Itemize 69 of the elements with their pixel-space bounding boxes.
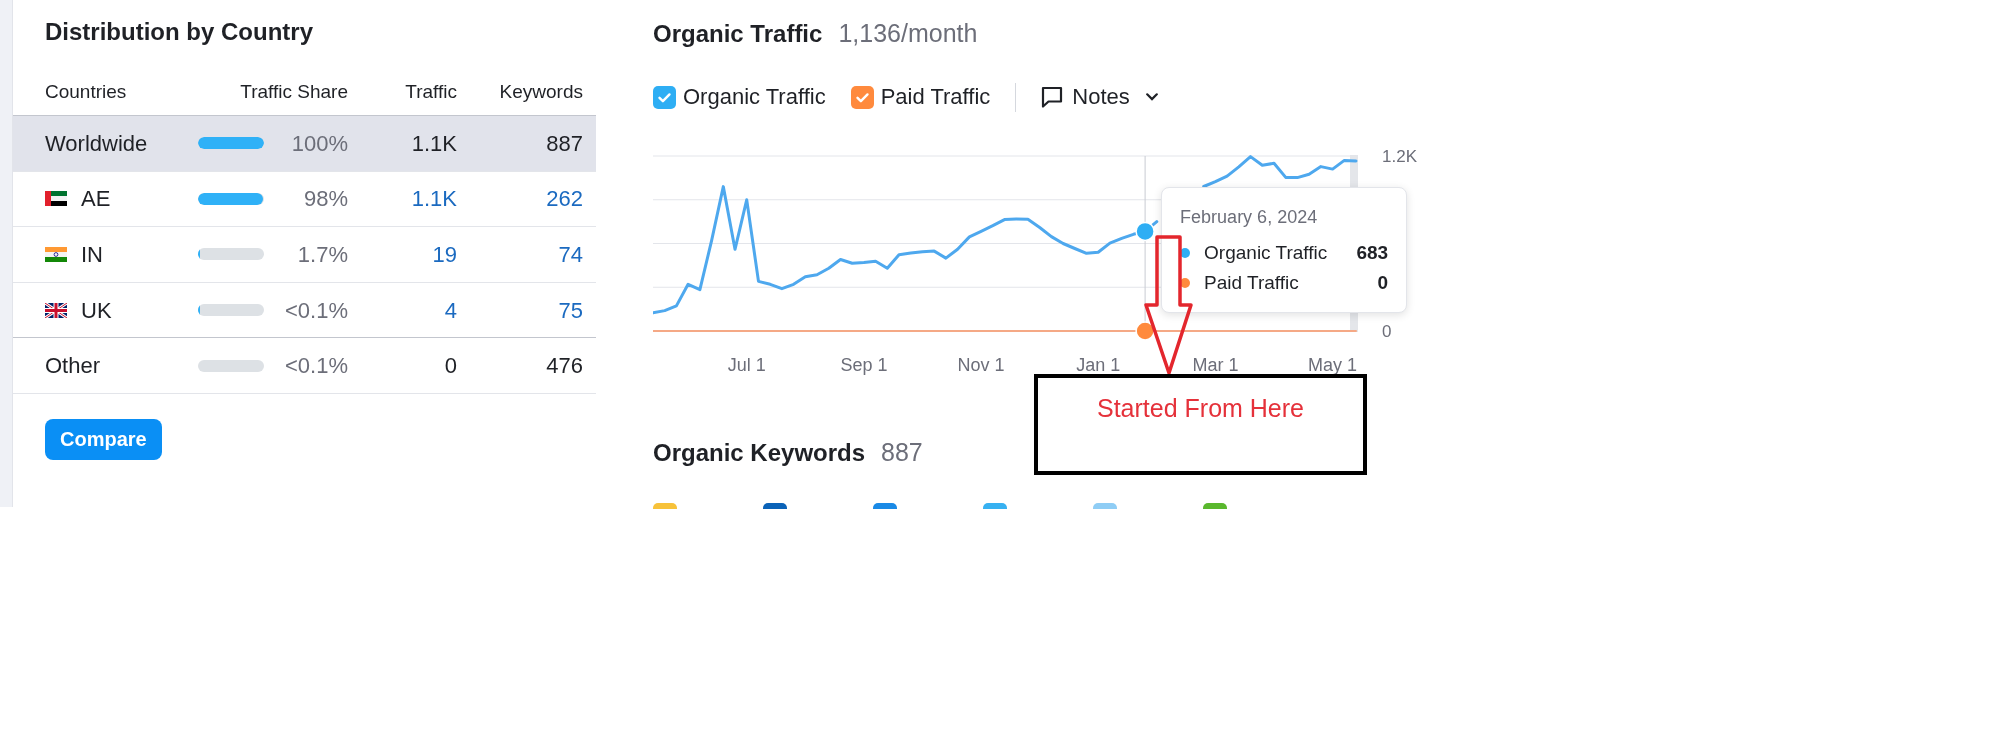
x-axis-label: Mar 1 bbox=[1192, 355, 1239, 375]
keywords-link[interactable]: 75 bbox=[457, 293, 583, 327]
checkbox[interactable] bbox=[850, 85, 874, 109]
table-row[interactable]: UK <0.1% 4 75 bbox=[13, 282, 596, 339]
speech-bubble-icon bbox=[1041, 86, 1064, 108]
column-header: Traffic bbox=[404, 79, 457, 104]
traffic-link[interactable]: 4 bbox=[348, 293, 457, 327]
traffic-link[interactable]: 1.1K bbox=[348, 182, 457, 216]
x-axis-label: Nov 1 bbox=[957, 355, 1005, 375]
share-percent: <0.1% bbox=[285, 296, 348, 325]
column-header: Keywords bbox=[498, 79, 583, 104]
flag-icon bbox=[45, 191, 67, 207]
keywords-link[interactable]: 74 bbox=[457, 238, 583, 271]
country-name: UK bbox=[81, 296, 112, 325]
tooltip-label: Organic Traffic bbox=[1204, 240, 1328, 265]
table-row[interactable]: IN 1.7% 19 74 bbox=[13, 227, 596, 283]
country-name: Worldwide bbox=[45, 129, 148, 158]
checkbox-label[interactable]: Organic Traffic bbox=[683, 83, 826, 111]
country-name: AE bbox=[81, 185, 111, 214]
notes-button[interactable]: Notes bbox=[1041, 83, 1158, 111]
hover-point bbox=[1135, 321, 1155, 341]
share-percent: 100% bbox=[291, 129, 348, 158]
y-axis-label: 0 bbox=[1382, 321, 1392, 341]
traffic-value: 1.1K bbox=[410, 129, 457, 158]
column-header: Traffic Share bbox=[239, 79, 348, 104]
chevron-down-icon bbox=[1145, 93, 1158, 101]
table-row[interactable]: AE 98% 1.1K 262 bbox=[13, 171, 596, 228]
share-bar bbox=[198, 359, 264, 372]
section-title: Organic Traffic bbox=[653, 19, 823, 49]
panel-title: Distribution by Country bbox=[45, 17, 313, 47]
keywords-value: 476 bbox=[545, 352, 583, 381]
table-row[interactable]: Other <0.1% 0 476 bbox=[13, 338, 596, 394]
country-name: Other bbox=[45, 352, 101, 381]
legend-checkbox[interactable] bbox=[873, 503, 897, 509]
legend-checkbox[interactable] bbox=[1093, 503, 1117, 509]
tooltip-value: 683 bbox=[1356, 240, 1389, 265]
column-header: Countries bbox=[45, 79, 128, 104]
checkbox-label[interactable]: Paid Traffic bbox=[880, 83, 991, 111]
x-axis-label: Jul 1 bbox=[727, 355, 766, 375]
keywords-link[interactable]: 262 bbox=[457, 182, 583, 216]
legend-checkbox[interactable] bbox=[983, 503, 1007, 509]
table-row[interactable]: Worldwide 100% 1.1K 887 bbox=[13, 116, 596, 172]
checkbox[interactable] bbox=[653, 85, 676, 109]
tooltip-value: 0 bbox=[1377, 270, 1389, 295]
hover-point bbox=[1135, 221, 1155, 242]
x-axis-label: Jan 1 bbox=[1076, 355, 1121, 375]
legend-checkbox[interactable] bbox=[1203, 503, 1227, 509]
traffic-value: 0 bbox=[443, 352, 457, 381]
keyword-count: 887 bbox=[881, 437, 923, 467]
x-axis-label: Sep 1 bbox=[840, 355, 888, 375]
section-title: Organic Keywords bbox=[653, 438, 866, 468]
y-axis-label: 1.2K bbox=[1382, 146, 1417, 166]
tooltip-date: February 6, 2024 bbox=[1180, 206, 1319, 229]
share-percent: 98% bbox=[303, 185, 348, 214]
traffic-total: 1,136/month bbox=[838, 18, 978, 48]
share-bar bbox=[198, 137, 264, 150]
share-percent: <0.1% bbox=[285, 352, 348, 381]
flag-icon bbox=[45, 247, 67, 262]
country-name: IN bbox=[81, 241, 103, 269]
traffic-link[interactable]: 19 bbox=[348, 238, 457, 271]
tooltip-label: Paid Traffic bbox=[1204, 270, 1299, 295]
share-bar bbox=[198, 192, 264, 205]
legend-checkbox[interactable] bbox=[653, 503, 677, 509]
keywords-value: 887 bbox=[545, 129, 583, 158]
x-axis-label: May 1 bbox=[1308, 355, 1358, 375]
share-percent: 1.7% bbox=[297, 241, 348, 269]
callout-text: Started From Here bbox=[1097, 393, 1304, 424]
flag-icon bbox=[45, 302, 67, 318]
legend-checkbox[interactable] bbox=[763, 503, 787, 509]
